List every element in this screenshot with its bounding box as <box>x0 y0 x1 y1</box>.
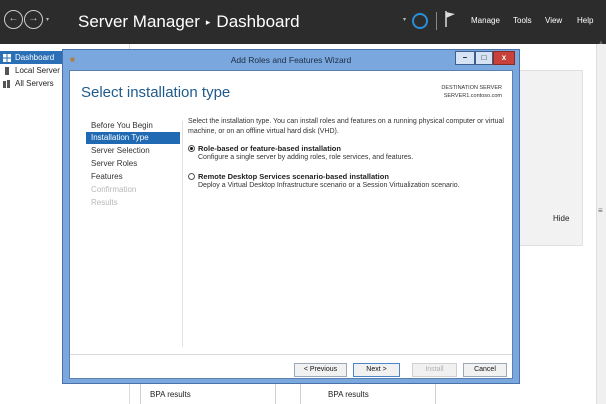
destination-server-name: SERVER1.contoso.com <box>443 93 502 99</box>
sidebar-item-label: Local Server <box>15 66 60 75</box>
bpa-results-link[interactable]: BPA results <box>328 390 369 399</box>
refresh-dropdown-icon[interactable]: ▾ <box>403 16 406 23</box>
dashboard-icon <box>3 53 11 62</box>
menu-help[interactable]: Help <box>577 16 593 25</box>
add-roles-wizard-window: ■ Add Roles and Features Wizard – □ x Se… <box>62 49 520 384</box>
radio-remote-desktop[interactable] <box>188 173 195 180</box>
menu-tools[interactable]: Tools <box>513 16 532 25</box>
server-icon <box>5 66 9 75</box>
vertical-scrollbar[interactable] <box>596 44 606 404</box>
scroll-up-icon[interactable]: ▲ <box>598 40 604 46</box>
minimize-button[interactable]: – <box>455 51 475 65</box>
hide-link[interactable]: Hide <box>553 214 569 223</box>
install-button: Install <box>412 363 457 377</box>
close-button[interactable]: x <box>493 51 515 65</box>
steps-divider <box>182 121 183 347</box>
back-button[interactable]: ← <box>4 10 23 29</box>
option-title[interactable]: Role-based or feature-based installation <box>198 144 341 153</box>
refresh-icon[interactable] <box>412 13 428 29</box>
installation-type-intro: Select the installation type. You can in… <box>188 118 504 135</box>
menu-manage[interactable]: Manage <box>471 16 500 25</box>
step-confirmation: Confirmation <box>91 185 137 194</box>
previous-button[interactable]: < Previous <box>294 363 347 377</box>
header-divider <box>436 12 437 30</box>
sidebar-item-label: Dashboard <box>15 53 55 62</box>
servers-icon <box>3 79 10 88</box>
forward-button[interactable]: → <box>24 10 43 29</box>
app-title: Server Manager <box>78 12 200 31</box>
wizard-title: Add Roles and Features Wizard <box>230 55 352 65</box>
wizard-body: Select installation type DESTINATION SER… <box>69 70 513 379</box>
notifications-flag-icon[interactable] <box>444 10 456 28</box>
wizard-heading: Select installation type <box>81 84 231 101</box>
step-server-roles[interactable]: Server Roles <box>86 158 180 170</box>
grip-icon[interactable]: ≡ <box>598 206 603 215</box>
radio-role-based[interactable] <box>188 145 195 152</box>
destination-server-label: DESTINATION SERVER <box>441 85 502 91</box>
step-features[interactable]: Features <box>86 171 180 183</box>
cancel-button[interactable]: Cancel <box>463 363 507 377</box>
page-title: Dashboard <box>216 12 300 31</box>
option-title[interactable]: Remote Desktop Services scenario-based i… <box>198 172 389 181</box>
wizard-title-bar[interactable]: ■ Add Roles and Features Wizard – □ x <box>63 50 519 70</box>
server-manager-header: ← → ▾ Server Manager ▸ Dashboard ▾ Manage … <box>0 0 606 44</box>
breadcrumb-separator-icon: ▸ <box>205 17 211 27</box>
next-button[interactable]: Next > <box>353 363 400 377</box>
step-installation-type[interactable]: Installation Type <box>86 132 180 144</box>
footer-divider <box>70 354 512 355</box>
navigation-buttons: ← → ▾ <box>4 10 49 29</box>
step-before-you-begin[interactable]: Before You Begin <box>86 120 180 132</box>
bpa-results-link[interactable]: BPA results <box>150 390 191 399</box>
history-dropdown-icon[interactable]: ▾ <box>46 16 49 23</box>
maximize-button[interactable]: □ <box>475 51 493 65</box>
option-description: Deploy a Virtual Desktop Infrastructure … <box>198 182 460 189</box>
option-description: Configure a single server by adding role… <box>198 154 414 161</box>
breadcrumb: Server Manager ▸ Dashboard <box>78 12 300 32</box>
menu-view[interactable]: View <box>545 16 562 25</box>
sidebar-item-label: All Servers <box>15 79 54 88</box>
step-server-selection[interactable]: Server Selection <box>86 145 180 157</box>
step-results: Results <box>91 198 118 207</box>
